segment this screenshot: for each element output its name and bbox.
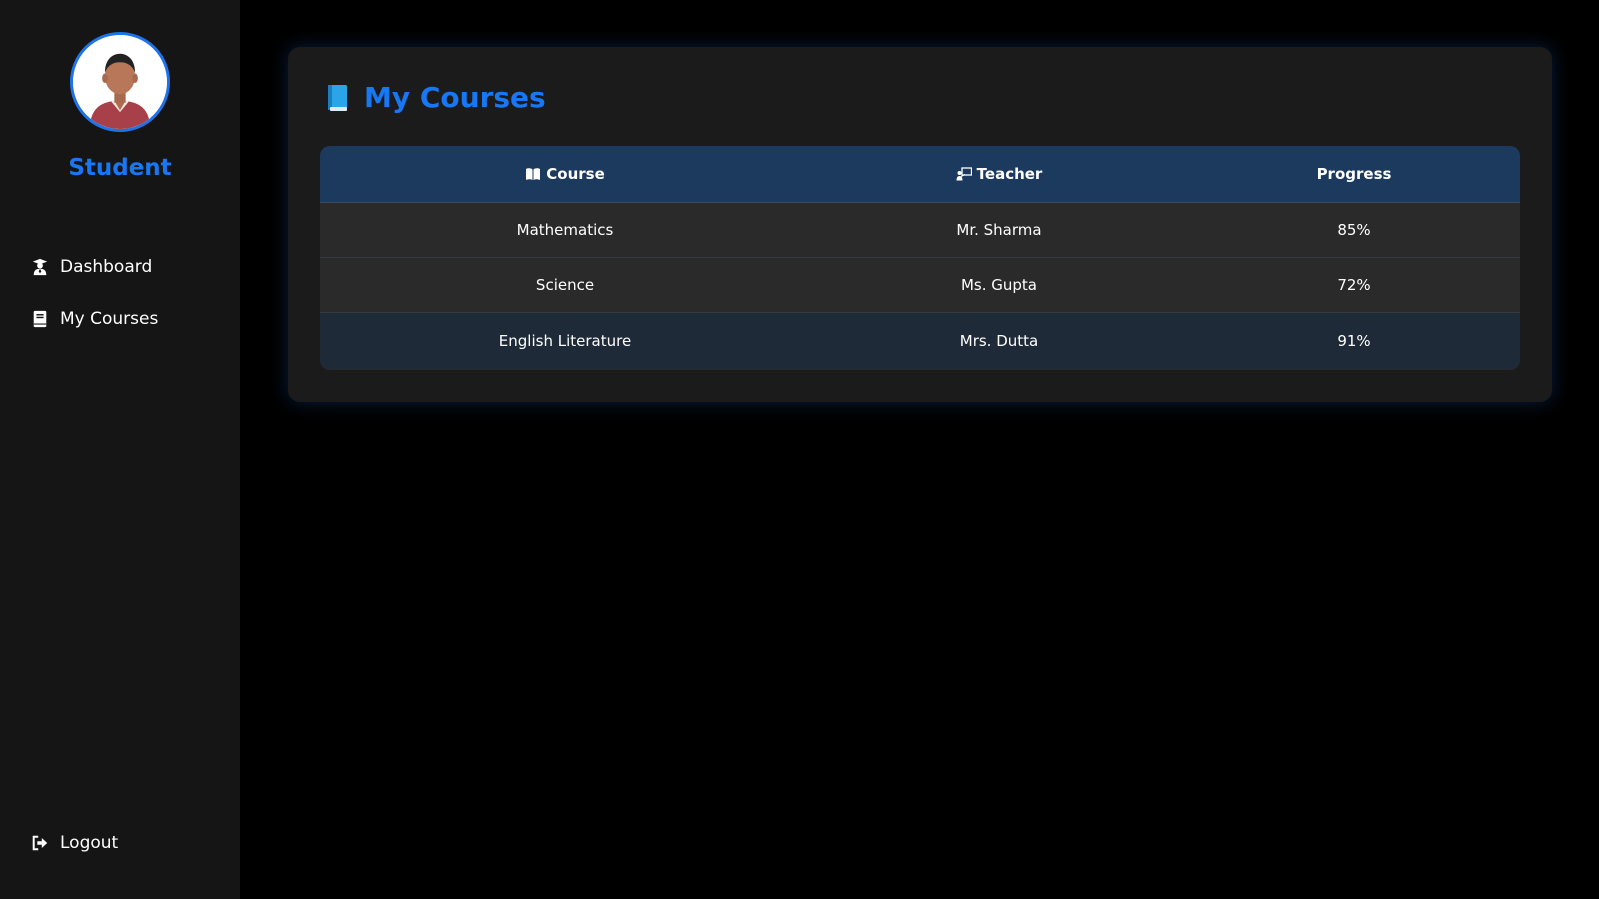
app: Student Dashboard My Courses Logout My C…: [0, 0, 1599, 899]
graduate-icon: [30, 257, 50, 277]
open-book-icon: [525, 167, 541, 181]
table-row[interactable]: Mathematics Mr. Sharma 85%: [320, 203, 1520, 258]
table-row[interactable]: Science Ms. Gupta 72%: [320, 258, 1520, 313]
column-header-label: Progress: [1316, 165, 1392, 183]
cell-teacher: Mr. Sharma: [956, 221, 1042, 239]
cell-teacher: Ms. Gupta: [960, 276, 1038, 294]
column-header-teacher[interactable]: Teacher: [810, 165, 1188, 183]
courses-table: Course Teacher Progress Mathematics Mr. …: [320, 146, 1520, 370]
table-header: Course Teacher Progress: [320, 146, 1520, 203]
blue-book-icon: [326, 84, 348, 112]
sidebar-item-label: My Courses: [60, 309, 159, 329]
cell-teacher: Mrs. Dutta: [959, 332, 1039, 350]
cell-progress: 91%: [1337, 332, 1371, 350]
sidebar-item-dashboard[interactable]: Dashboard: [30, 257, 152, 277]
column-header-progress[interactable]: Progress: [1188, 165, 1520, 183]
table-row[interactable]: English Literature Mrs. Dutta 91%: [320, 313, 1520, 369]
column-header-label: Course: [546, 165, 605, 183]
role-label: Student: [68, 155, 172, 181]
book-icon: [30, 309, 50, 329]
logout-button[interactable]: Logout: [30, 833, 118, 853]
column-header-course[interactable]: Course: [320, 165, 810, 183]
sidebar-item-my-courses[interactable]: My Courses: [30, 309, 158, 329]
logout-label: Logout: [60, 833, 119, 853]
cell-course: Science: [535, 276, 595, 294]
sidebar-item-label: Dashboard: [60, 257, 153, 277]
student-avatar-icon: [73, 35, 167, 129]
page-title-text: My Courses: [364, 81, 546, 114]
avatar: [70, 32, 170, 132]
courses-card: My Courses Course Teacher Progress Mathe…: [288, 47, 1552, 402]
page-title: My Courses: [326, 81, 546, 114]
sidebar: Student Dashboard My Courses Logout: [0, 0, 240, 899]
cell-progress: 72%: [1337, 276, 1371, 294]
logout-icon: [30, 833, 50, 853]
teacher-icon: [956, 167, 972, 181]
cell-progress: 85%: [1337, 221, 1371, 239]
column-header-label: Teacher: [976, 165, 1043, 183]
cell-course: Mathematics: [516, 221, 614, 239]
cell-course: English Literature: [498, 332, 632, 350]
